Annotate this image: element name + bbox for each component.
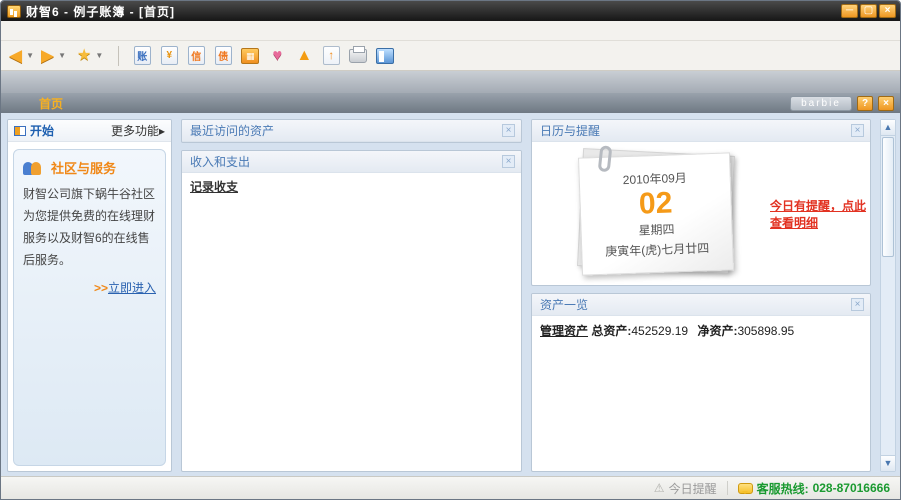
middle-column: 最近访问的资产 × 收入和支出 × 记录收支 xyxy=(181,119,522,472)
calendar-close-icon[interactable]: × xyxy=(851,124,864,137)
record-income-expense-link[interactable]: 记录收支 xyxy=(190,180,238,194)
tab-bar xyxy=(1,71,900,93)
income-expense-title: 收入和支出 xyxy=(190,153,250,170)
menu-bar xyxy=(1,21,900,41)
app-window: 财智6 - 例子账簿 - [首页] ─ ▢ × ◀ ▼ ▶ ▼ ★ ▼ 账 ¥ 信 债… xyxy=(0,0,901,500)
title-bar: 财智6 - 例子账簿 - [首页] ─ ▢ × xyxy=(1,1,900,21)
scroll-down-icon[interactable]: ▼ xyxy=(881,455,895,471)
report-account-icon[interactable]: 账 xyxy=(130,45,154,67)
sidebar: 开始 更多功能▸ 社区与服务 财智公司旗下蜗牛谷社区为您提供免费的在线理财服务以… xyxy=(7,119,172,472)
warning-icon[interactable]: ▲ xyxy=(292,45,316,67)
net-assets-label: 净资产: xyxy=(697,324,737,338)
scroll-up-icon[interactable]: ▲ xyxy=(881,120,895,136)
hotline-status: 客服热线: 028-87016666 xyxy=(738,480,890,497)
close-button[interactable]: × xyxy=(879,4,896,18)
assets-overview-close-icon[interactable]: × xyxy=(851,298,864,311)
people-icon xyxy=(23,161,45,175)
report-cash-icon[interactable]: ¥ xyxy=(157,45,181,67)
right-column: 日历与提醒 × 2010年09月 02 星期四 庚寅年(虎)七月廿四 xyxy=(531,119,871,472)
health-check-icon[interactable]: ♥ xyxy=(265,45,289,67)
forward-icon[interactable]: ▶ xyxy=(41,47,54,64)
print-icon[interactable] xyxy=(346,45,370,67)
reminder-warning-icon: ⚠ xyxy=(654,481,665,495)
page-close-button[interactable]: × xyxy=(878,96,894,111)
recent-assets-close-icon[interactable]: × xyxy=(502,124,515,137)
calendar-panel: 日历与提醒 × 2010年09月 02 星期四 庚寅年(虎)七月廿四 xyxy=(531,119,871,286)
enter-arrows: >> xyxy=(94,281,108,295)
sidebar-header: 开始 更多功能▸ xyxy=(8,120,171,142)
assets-pie-chart xyxy=(532,347,870,433)
panel-view-icon[interactable] xyxy=(373,45,397,67)
sidebar-title: 开始 xyxy=(30,122,54,139)
help-button[interactable]: ? xyxy=(857,96,873,111)
vertical-scrollbar[interactable]: ▲ ▼ xyxy=(880,119,896,472)
total-assets-value: 452529.19 xyxy=(631,324,688,338)
scrollbar-thumb[interactable] xyxy=(882,137,894,257)
assets-overview-panel: 资产一览 × 管理资产 总资产:452529.19 净资产:305898.95 xyxy=(531,293,871,472)
calendar-note: 2010年09月 02 星期四 庚寅年(虎)七月廿四 xyxy=(580,155,732,273)
enter-now-link[interactable]: 立即进入 xyxy=(108,281,156,295)
net-assets-value: 305898.95 xyxy=(737,324,794,338)
report-debt-icon[interactable]: 债 xyxy=(211,45,235,67)
favorites-dropdown-icon[interactable]: ▼ xyxy=(95,51,103,60)
scrollbar-track[interactable] xyxy=(881,258,895,455)
minimize-button[interactable]: ─ xyxy=(841,4,858,18)
app-icon xyxy=(7,5,21,18)
favorites-star-icon[interactable]: ★ xyxy=(77,48,91,64)
calculator-icon[interactable]: ▦ xyxy=(238,45,262,67)
more-functions-link[interactable]: 更多功能▸ xyxy=(111,122,165,139)
back-icon[interactable]: ◀ xyxy=(9,47,22,64)
calendar-day: 02 xyxy=(580,185,731,222)
breadcrumb: 首页 xyxy=(39,95,63,112)
assets-overview-title: 资产一览 xyxy=(540,296,588,313)
chat-bubble-icon xyxy=(738,483,753,494)
total-assets-label: 总资产: xyxy=(591,324,631,338)
back-dropdown-icon[interactable]: ▼ xyxy=(26,51,34,60)
income-expense-panel: 收入和支出 × 记录收支 xyxy=(181,150,522,472)
income-expense-close-icon[interactable]: × xyxy=(502,155,515,168)
calendar-title: 日历与提醒 xyxy=(540,122,600,139)
today-reminder-status[interactable]: ⚠ 今日提醒 xyxy=(654,480,717,497)
recent-assets-panel: 最近访问的资产 × xyxy=(181,119,522,143)
window-title: 财智6 - 例子账簿 - [首页] xyxy=(26,3,175,20)
community-title: 社区与服务 xyxy=(51,158,116,177)
hotline-number: 028-87016666 xyxy=(813,481,890,495)
recent-assets-title: 最近访问的资产 xyxy=(190,122,274,139)
sub-bar: 首页 barbie ? × xyxy=(1,93,900,113)
toolbar-separator xyxy=(118,46,119,66)
today-reminder-link[interactable]: 今日有提醒，点此查看明细 xyxy=(770,199,866,230)
community-text: 财智公司旗下蜗牛谷社区为您提供免费的在线理财服务以及财智6的在线售后服务。 xyxy=(23,183,156,271)
user-button[interactable]: barbie xyxy=(790,96,852,111)
status-bar: ⚠ 今日提醒 客服热线: 028-87016666 xyxy=(1,476,900,499)
content-area: 开始 更多功能▸ 社区与服务 财智公司旗下蜗牛谷社区为您提供免费的在线理财服务以… xyxy=(1,113,900,476)
toolbar: ◀ ▼ ▶ ▼ ★ ▼ 账 ¥ 信 债 ▦ ♥ ▲ ↑ xyxy=(1,41,900,71)
community-box: 社区与服务 财智公司旗下蜗牛谷社区为您提供免费的在线理财服务以及财智6的在线售后… xyxy=(13,149,166,466)
report-credit-icon[interactable]: 信 xyxy=(184,45,208,67)
pie-surface xyxy=(571,353,819,415)
manage-assets-link[interactable]: 管理资产 xyxy=(540,324,588,338)
export-icon[interactable]: ↑ xyxy=(319,45,343,67)
start-icon xyxy=(14,126,26,136)
calendar-lunar: 庚寅年(虎)七月廿四 xyxy=(582,238,733,260)
paperclip-icon xyxy=(598,145,613,172)
maximize-button[interactable]: ▢ xyxy=(860,4,877,18)
forward-dropdown-icon[interactable]: ▼ xyxy=(58,51,66,60)
